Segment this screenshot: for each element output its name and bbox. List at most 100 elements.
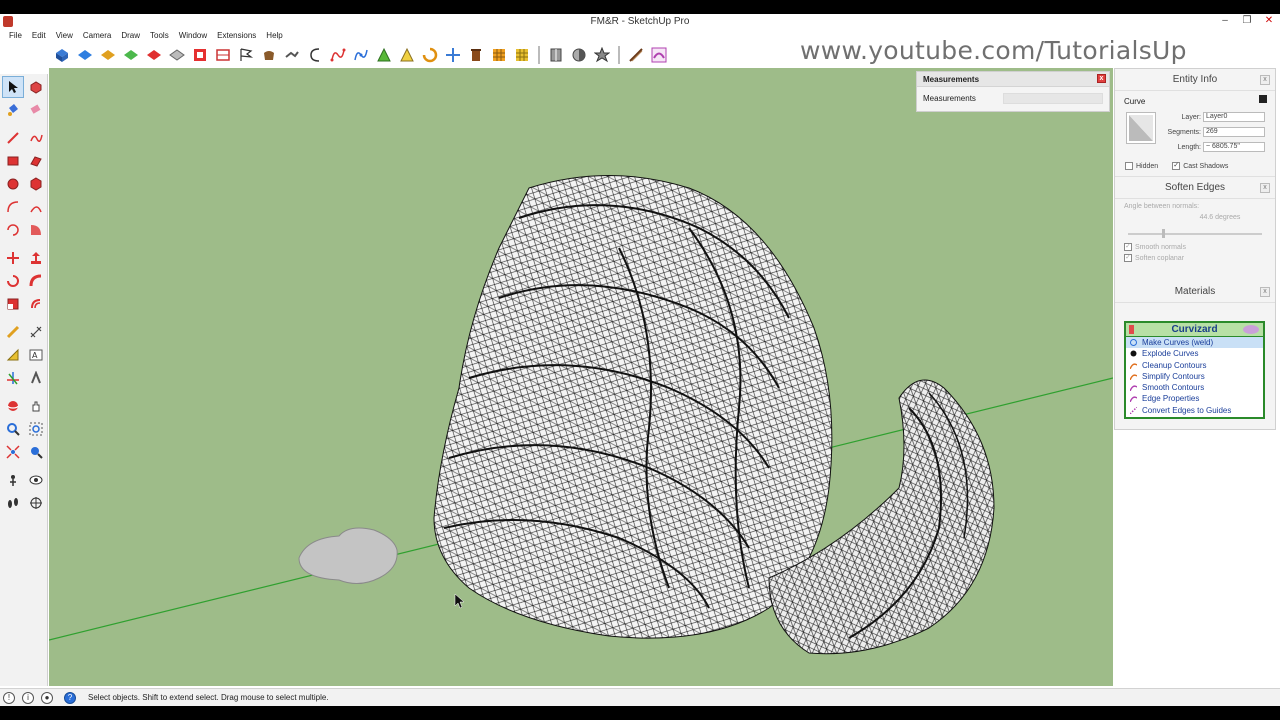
- line-tool-icon[interactable]: [2, 127, 24, 149]
- angle-slider[interactable]: [1128, 229, 1262, 238]
- iso-view-icon[interactable]: [52, 45, 72, 65]
- menu-view[interactable]: View: [51, 30, 78, 42]
- grid-orange-icon[interactable]: [489, 45, 509, 65]
- soften-edges-close-icon[interactable]: x: [1260, 183, 1270, 193]
- curve-bracket-icon[interactable]: [305, 45, 325, 65]
- triangle-green-icon[interactable]: [374, 45, 394, 65]
- arc-tool-icon[interactable]: [2, 196, 24, 218]
- two-point-arc-icon[interactable]: [25, 196, 47, 218]
- make-component-icon[interactable]: [25, 76, 47, 98]
- flag-icon[interactable]: [236, 45, 256, 65]
- convert-edges-item[interactable]: Convert Edges to Guides: [1126, 405, 1263, 416]
- restore-button[interactable]: ❐: [1236, 14, 1258, 30]
- text-tool-icon[interactable]: A: [25, 344, 47, 366]
- orbit-tool-icon[interactable]: [2, 395, 24, 417]
- menu-draw[interactable]: Draw: [116, 30, 145, 42]
- move-cross-icon[interactable]: [443, 45, 463, 65]
- menu-extensions[interactable]: Extensions: [212, 30, 261, 42]
- split-face-icon[interactable]: [546, 45, 566, 65]
- menu-file[interactable]: File: [4, 30, 27, 42]
- section-fill-icon[interactable]: [213, 45, 233, 65]
- rope-tool-icon[interactable]: [626, 45, 646, 65]
- protractor-icon[interactable]: [2, 344, 24, 366]
- materials-header[interactable]: Materials x: [1115, 281, 1275, 303]
- walk-tool-icon[interactable]: [2, 492, 24, 514]
- paint-bucket-icon[interactable]: [2, 99, 24, 121]
- offset-tool-icon[interactable]: [25, 293, 47, 315]
- zoom-extents-icon[interactable]: [2, 441, 24, 463]
- menu-help[interactable]: Help: [261, 30, 287, 42]
- axes-tool-icon[interactable]: [2, 367, 24, 389]
- rectangle-tool-icon[interactable]: [2, 150, 24, 172]
- measurements-close-icon[interactable]: x: [1097, 74, 1106, 83]
- layer-select[interactable]: Layer0: [1203, 112, 1265, 122]
- soften-edges-header[interactable]: Soften Edges x: [1115, 177, 1275, 199]
- rotate-orange-icon[interactable]: [420, 45, 440, 65]
- make-curves-item[interactable]: Make Curves (weld): [1126, 337, 1263, 349]
- follow-me-tool-icon[interactable]: [25, 270, 47, 292]
- zoom-tool-icon[interactable]: [2, 418, 24, 440]
- triangle-yellow-icon[interactable]: [397, 45, 417, 65]
- zoom-window-icon[interactable]: [25, 418, 47, 440]
- dimension-tool-icon[interactable]: [25, 321, 47, 343]
- hidden-checkbox[interactable]: Hidden: [1125, 162, 1158, 170]
- simplify-contours-item[interactable]: Simplify Contours: [1126, 371, 1263, 382]
- circle-tool-icon[interactable]: [2, 173, 24, 195]
- edge-properties-item[interactable]: Edge Properties: [1126, 393, 1263, 404]
- section-plane-tool-icon[interactable]: [25, 492, 47, 514]
- three-point-arc-icon[interactable]: [2, 219, 24, 241]
- rotated-rectangle-icon[interactable]: [25, 150, 47, 172]
- entity-thumbnail[interactable]: [1126, 112, 1156, 144]
- smooth-contours-item[interactable]: Smooth Contours: [1126, 382, 1263, 393]
- select-tool-icon[interactable]: [2, 76, 24, 98]
- trash-icon[interactable]: [466, 45, 486, 65]
- smooth-normals-checkbox[interactable]: ✓ Smooth normals: [1124, 243, 1266, 251]
- slider-handle[interactable]: [1162, 229, 1165, 238]
- model-viewport[interactable]: [49, 68, 1113, 686]
- scale-tool-icon[interactable]: [2, 293, 24, 315]
- polygon-tool-icon[interactable]: [25, 173, 47, 195]
- entity-info-header[interactable]: Entity Info x: [1115, 69, 1275, 91]
- previous-view-icon[interactable]: [25, 441, 47, 463]
- bezier-red-icon[interactable]: [328, 45, 348, 65]
- section-plane-icon[interactable]: [190, 45, 210, 65]
- user-icon[interactable]: ●: [41, 692, 53, 704]
- right-view-icon[interactable]: [121, 45, 141, 65]
- freehand-tool-icon[interactable]: [25, 127, 47, 149]
- back-view-icon[interactable]: [144, 45, 164, 65]
- move-tool-icon[interactable]: [2, 247, 24, 269]
- segments-input[interactable]: 269: [1203, 127, 1265, 137]
- menu-edit[interactable]: Edit: [27, 30, 51, 42]
- star-icon[interactable]: [592, 45, 612, 65]
- front-view-icon[interactable]: [98, 45, 118, 65]
- close-button[interactable]: ✕: [1258, 14, 1280, 30]
- look-around-icon[interactable]: [25, 469, 47, 491]
- menu-window[interactable]: Window: [174, 30, 212, 42]
- curvizard-logo-icon[interactable]: [649, 45, 669, 65]
- soften-coplanar-checkbox[interactable]: ✓ Soften coplanar: [1124, 254, 1266, 262]
- menu-tools[interactable]: Tools: [145, 30, 174, 42]
- cast-shadows-checkbox[interactable]: ✓ Cast Shadows: [1172, 162, 1228, 170]
- rotate-tool-icon[interactable]: [2, 270, 24, 292]
- length-input[interactable]: ~ 6805.75": [1203, 142, 1265, 152]
- top-view-icon[interactable]: [75, 45, 95, 65]
- bezier-blue-icon[interactable]: [351, 45, 371, 65]
- help-icon[interactable]: ?: [64, 692, 76, 704]
- bag-icon[interactable]: [259, 45, 279, 65]
- pin-icon[interactable]: [1129, 325, 1134, 334]
- half-sphere-icon[interactable]: [569, 45, 589, 65]
- pan-tool-icon[interactable]: [25, 395, 47, 417]
- tape-measure-icon[interactable]: [2, 321, 24, 343]
- entity-toggle-icon[interactable]: [1259, 95, 1267, 103]
- eraser-icon[interactable]: [25, 99, 47, 121]
- minimize-button[interactable]: –: [1214, 14, 1236, 30]
- pie-tool-icon[interactable]: [25, 219, 47, 241]
- push-pull-icon[interactable]: [25, 247, 47, 269]
- explode-curves-item[interactable]: Explode Curves: [1126, 348, 1263, 359]
- measurements-input[interactable]: [1003, 93, 1103, 104]
- follow-me-icon[interactable]: [282, 45, 302, 65]
- left-view-icon[interactable]: [167, 45, 187, 65]
- credit-icon[interactable]: i: [22, 692, 34, 704]
- info-icon[interactable]: !: [3, 692, 15, 704]
- materials-close-icon[interactable]: x: [1260, 287, 1270, 297]
